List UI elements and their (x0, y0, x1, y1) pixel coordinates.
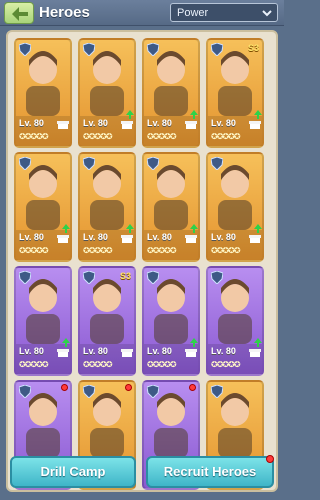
hero-card[interactable]: Lv. 80 ✪✪✪✪✪ (14, 38, 72, 148)
hero-stars: ✪✪✪✪✪ (211, 360, 240, 369)
recruit-heroes-label: Recruit Heroes (163, 464, 257, 479)
gift-icon (185, 121, 197, 129)
gift-icon (57, 121, 69, 129)
hero-level: Lv. 80 (211, 232, 236, 242)
hero-level: Lv. 80 (83, 118, 108, 128)
notification-dot (266, 455, 274, 463)
upgrade-arrow-icon (254, 110, 262, 119)
class-shield-icon (147, 385, 159, 398)
upgrade-arrow-icon (62, 338, 70, 347)
hero-level: Lv. 80 (211, 346, 236, 356)
hero-card[interactable]: S3 Lv. 80 ✪✪✪✪✪ (206, 38, 264, 148)
hero-card[interactable]: Lv. 80 ✪✪✪✪✪ (14, 152, 72, 262)
gift-icon (249, 235, 261, 243)
upgrade-arrow-icon (62, 224, 70, 233)
hero-stars: ✪✪✪✪✪ (83, 360, 112, 369)
gift-icon (185, 235, 197, 243)
hero-level: Lv. 80 (83, 346, 108, 356)
notification-dot (125, 384, 132, 391)
recruit-heroes-button[interactable]: Recruit Heroes (146, 455, 274, 488)
gift-icon (121, 349, 133, 357)
gift-icon (57, 349, 69, 357)
hero-list-panel: Lv. 80 ✪✪✪✪✪ Lv. 80 ✪✪✪✪✪ Lv. 80 ✪✪✪✪✪ S3 Lv. 8… (6, 30, 278, 492)
class-shield-icon (147, 271, 159, 284)
season-badge: S3 (247, 43, 259, 53)
class-shield-icon (83, 43, 95, 56)
hero-stars: ✪✪✪✪✪ (211, 246, 240, 255)
class-shield-icon (19, 157, 31, 170)
hero-stars: ✪✪✪✪✪ (83, 246, 112, 255)
class-shield-icon (147, 157, 159, 170)
class-shield-icon (211, 385, 223, 398)
hero-stars: ✪✪✪✪✪ (147, 132, 176, 141)
hero-card[interactable]: Lv. 80 ✪✪✪✪✪ (142, 152, 200, 262)
hero-level: Lv. 80 (147, 118, 172, 128)
class-shield-icon (83, 271, 95, 284)
hero-card[interactable]: Lv. 80 ✪✪✪✪✪ (142, 266, 200, 376)
gift-icon (249, 349, 261, 357)
hero-level: Lv. 80 (19, 346, 44, 356)
hero-level: Lv. 80 (19, 118, 44, 128)
notification-dot (61, 384, 68, 391)
class-shield-icon (83, 157, 95, 170)
back-button[interactable] (4, 2, 34, 24)
gift-icon (121, 121, 133, 129)
class-shield-icon (211, 271, 223, 284)
upgrade-arrow-icon (254, 224, 262, 233)
class-shield-icon (19, 385, 31, 398)
upgrade-arrow-icon (190, 110, 198, 119)
hero-card[interactable]: Lv. 80 ✪✪✪✪✪ (14, 266, 72, 376)
season-badge: S3 (119, 271, 131, 281)
hero-stars: ✪✪✪✪✪ (19, 132, 48, 141)
drill-camp-button[interactable]: Drill Camp (10, 456, 136, 488)
hero-card[interactable]: Lv. 80 ✪✪✪✪✪ (206, 152, 264, 262)
class-shield-icon (19, 271, 31, 284)
hero-level: Lv. 80 (211, 118, 236, 128)
class-shield-icon (211, 157, 223, 170)
notification-dot (189, 384, 196, 391)
class-shield-icon (19, 43, 31, 56)
upgrade-arrow-icon (190, 224, 198, 233)
chevron-down-icon (262, 10, 272, 17)
hero-level: Lv. 80 (83, 232, 108, 242)
gift-icon (249, 121, 261, 129)
drill-camp-label: Drill Camp (40, 464, 106, 479)
hero-stars: ✪✪✪✪✪ (19, 246, 48, 255)
class-shield-icon (211, 43, 223, 56)
back-arrow-icon (12, 7, 28, 21)
hero-stars: ✪✪✪✪✪ (19, 360, 48, 369)
gift-icon (121, 235, 133, 243)
gift-icon (185, 349, 197, 357)
class-shield-icon (147, 43, 159, 56)
page-title: Heroes (39, 4, 90, 21)
upgrade-arrow-icon (254, 338, 262, 347)
hero-level: Lv. 80 (147, 232, 172, 242)
gift-icon (57, 235, 69, 243)
hero-card[interactable]: Lv. 80 ✪✪✪✪✪ (142, 38, 200, 148)
upgrade-arrow-icon (126, 110, 134, 119)
upgrade-arrow-icon (126, 224, 134, 233)
class-shield-icon (83, 385, 95, 398)
hero-card[interactable]: Lv. 80 ✪✪✪✪✪ (206, 266, 264, 376)
hero-stars: ✪✪✪✪✪ (211, 132, 240, 141)
hero-level: Lv. 80 (19, 232, 44, 242)
hero-stars: ✪✪✪✪✪ (83, 132, 112, 141)
hero-stars: ✪✪✪✪✪ (147, 246, 176, 255)
top-bar: Heroes Power (0, 0, 284, 26)
hero-card[interactable]: Lv. 80 ✪✪✪✪✪ (78, 38, 136, 148)
sort-dropdown-value: Power (177, 7, 209, 19)
hero-level: Lv. 80 (147, 346, 172, 356)
hero-card[interactable]: S3 Lv. 80 ✪✪✪✪✪ (78, 266, 136, 376)
hero-card[interactable]: Lv. 80 ✪✪✪✪✪ (78, 152, 136, 262)
sort-dropdown[interactable]: Power (170, 3, 278, 22)
upgrade-arrow-icon (190, 338, 198, 347)
hero-stars: ✪✪✪✪✪ (147, 360, 176, 369)
